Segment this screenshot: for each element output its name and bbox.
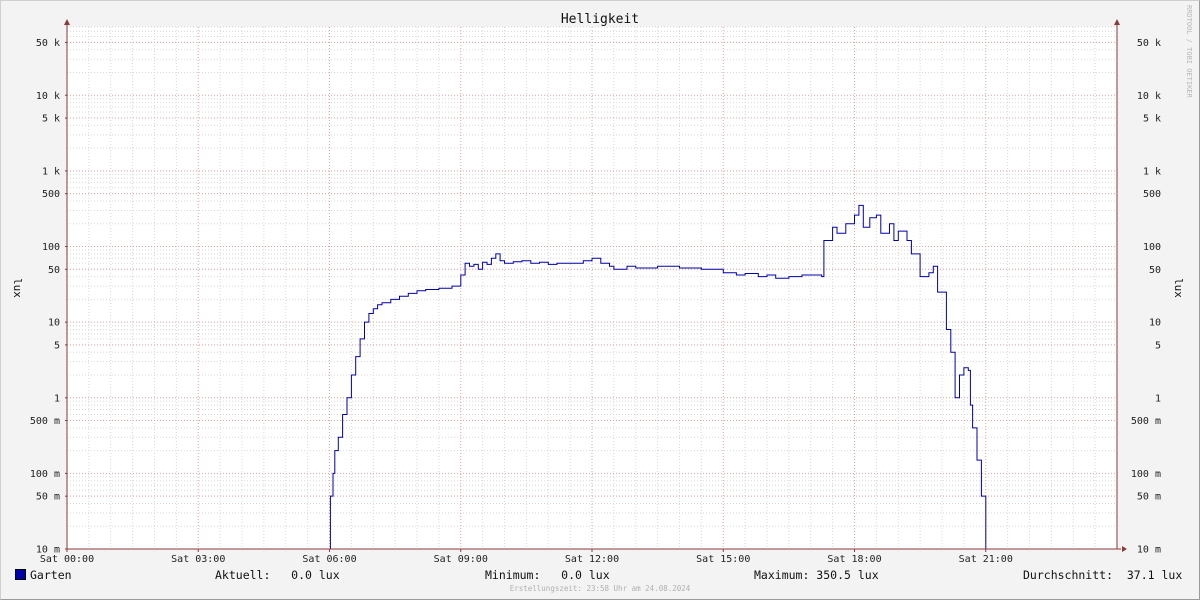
y-tick-label-right: 50 m (1137, 492, 1161, 503)
y-tick-label-right: 100 m (1131, 469, 1161, 480)
y-tick-label-right: 5 k (1143, 114, 1161, 125)
legend: Garten Aktuell: 0.0 lux Minimum: 0.0 lux… (0, 566, 1200, 584)
stat-maximum: Maximum: 350.5 lux (754, 568, 879, 582)
y-tick-label-right: 10 (1149, 318, 1161, 329)
y-tick-label-right: 100 (1143, 242, 1161, 253)
x-axis-ticks: Sat 00:00 Sat 03:00 Sat 06:00 Sat 09:00 Sat … (40, 549, 1013, 565)
y-tick-label-right: 10 k (1137, 91, 1161, 102)
y-axis-arrow-left (64, 19, 70, 25)
y-tick-label-left: 10 (48, 318, 60, 329)
y-tick-label-right: 50 k (1137, 38, 1161, 49)
chart-title: Helligkeit (561, 12, 639, 27)
stat-average: Durchschnitt: 37.1 lux (1023, 568, 1183, 582)
x-tick-label: Sat 15:00 (696, 554, 750, 565)
y-tick-label-left: 1 k (42, 166, 60, 177)
y-tick-label-left: 50 k (36, 38, 60, 49)
x-tick-label: Sat 18:00 (827, 554, 881, 565)
x-axis-arrow (1122, 546, 1127, 552)
legend-series-name: Garten (30, 568, 72, 582)
x-tick-label: Sat 06:00 (302, 554, 356, 565)
y-tick-label-right: 5 (1155, 340, 1161, 351)
x-tick-label: Sat 09:00 (434, 554, 488, 565)
brightness-chart: 50 k 10 k 5 k 1 k 500 100 50 10 5 1 500 m 100 m 50 m… (11, 5, 1193, 565)
y-tick-label-left: 1 (54, 393, 60, 404)
x-tick-label: Sat 12:00 (565, 554, 619, 565)
creation-time: Erstellungszeit: 23:58 Uhr am 24.08.2024 (509, 584, 691, 593)
y-tick-label-right: 500 (1143, 189, 1161, 200)
y-tick-label-left: 10 k (36, 91, 60, 102)
y-axis-left-ticks: 50 k 10 k 5 k 1 k 500 100 50 10 5 1 500 m 100 m 50 m… (30, 38, 67, 556)
y-tick-label-left: 500 m (30, 416, 60, 427)
y-tick-label-left: 5 (54, 340, 60, 351)
y-tick-label-right: 50 (1149, 265, 1161, 276)
x-tick-label: Sat 03:00 (171, 554, 225, 565)
y-tick-label-left: 5 k (42, 114, 60, 125)
y-tick-label-left: 50 m (36, 492, 60, 503)
y-tick-label-right: 1 (1155, 393, 1161, 404)
y-tick-label-right: 10 m (1137, 545, 1161, 556)
y-axis-arrow-right (1114, 19, 1120, 25)
y-tick-label-right: 500 m (1131, 416, 1161, 427)
stat-minimum: Minimum: 0.0 lux (485, 568, 610, 582)
y-axis-right-ticks: 50 k 10 k 5 k 1 k 500 100 50 10 5 1 500 m 100 m 50 m… (1131, 38, 1161, 556)
y-tick-label-left: 100 (42, 242, 60, 253)
stat-current: Aktuell: 0.0 lux (215, 568, 340, 582)
watermark: RRDTOOL / TOBI OETIKER (1185, 5, 1193, 99)
x-tick-label: Sat 00:00 (40, 554, 94, 565)
y-tick-label-right: 1 k (1143, 166, 1161, 177)
legend-swatch-garten (15, 569, 26, 580)
y-tick-label-left: 100 m (30, 469, 60, 480)
x-tick-label: Sat 21:00 (959, 554, 1013, 565)
y-tick-label-left: 50 (48, 265, 60, 276)
y-axis-label-right: lux (1172, 278, 1185, 298)
y-axis-label-left: lux (11, 278, 24, 298)
y-tick-label-left: 500 (42, 189, 60, 200)
